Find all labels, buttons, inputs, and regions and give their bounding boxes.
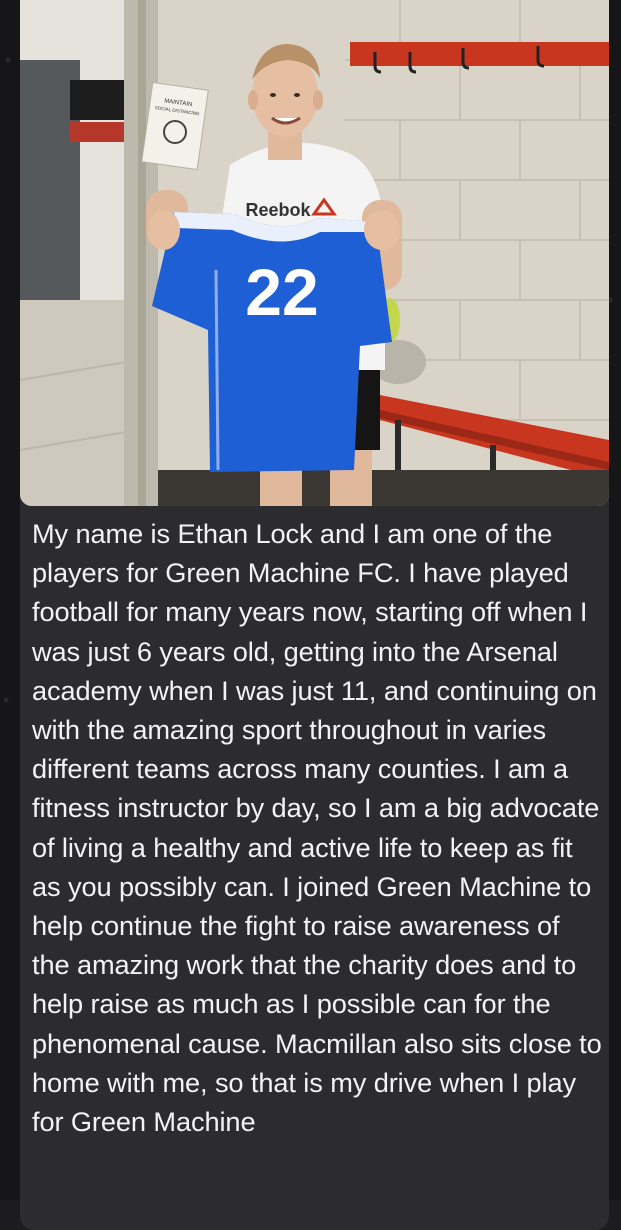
jersey-number: 22: [245, 255, 318, 329]
shirt-brand-text: Reebok: [245, 200, 311, 220]
message-text: My name is Ethan Lock and I am one of th…: [32, 518, 602, 1138]
wall-sign: MAINTAIN SOCIAL DISTANCING: [141, 81, 209, 171]
player-photo-illustration: MAINTAIN SOCIAL DISTANCING Reebok 22: [20, 0, 609, 506]
message-photo[interactable]: MAINTAIN SOCIAL DISTANCING Reebok 22: [20, 0, 609, 506]
message-bubble[interactable]: MAINTAIN SOCIAL DISTANCING Reebok 22 My …: [20, 0, 609, 1230]
